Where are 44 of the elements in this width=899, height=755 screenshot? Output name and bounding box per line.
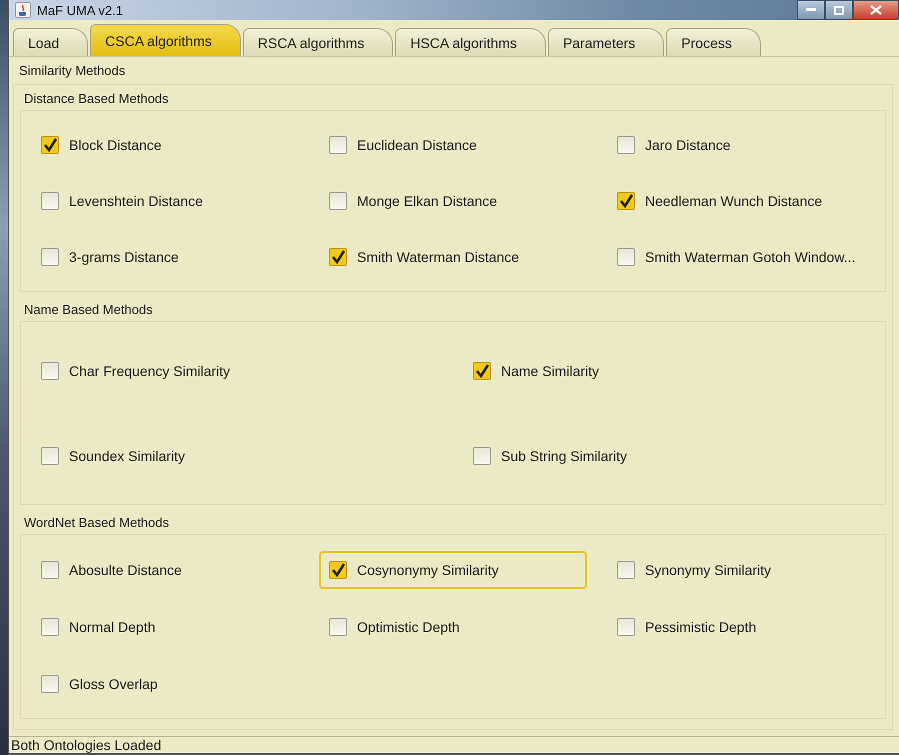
- maximize-icon: [834, 6, 844, 14]
- check-icon: [331, 250, 345, 264]
- checkbox[interactable]: Normal Depth: [31, 608, 299, 646]
- checkbox[interactable]: Smith Waterman Distance: [319, 238, 587, 276]
- checkbox[interactable]: Synonymy Similarity: [607, 550, 875, 588]
- minimize-icon: [806, 8, 816, 12]
- minimize-button[interactable]: [797, 0, 825, 20]
- checkbox[interactable]: Char Frequency Similarity: [31, 352, 443, 390]
- checkbox[interactable]: Name Similarity: [463, 352, 875, 390]
- checkbox[interactable]: Gloss Overlap: [31, 664, 299, 702]
- tab[interactable]: Load: [13, 28, 88, 56]
- group-title: Distance Based Methods: [23, 90, 170, 108]
- group-title: Name Based Methods: [23, 301, 154, 319]
- check-icon: [475, 364, 489, 378]
- check-icon: [619, 194, 633, 208]
- group-title: WordNet Based Methods: [23, 514, 170, 532]
- checkbox[interactable]: Jaro Distance: [607, 126, 875, 164]
- checkbox[interactable]: Monge Elkan Distance: [319, 182, 587, 220]
- tab[interactable]: RSCA algorithms: [242, 28, 394, 56]
- checkbox[interactable]: Pessimistic Depth: [607, 608, 875, 646]
- checkbox[interactable]: Block Distance: [31, 126, 299, 164]
- tab[interactable]: CSCA algorithms: [90, 24, 241, 56]
- checkbox[interactable]: Euclidean Distance: [319, 126, 587, 164]
- cup-icon: [15, 2, 31, 18]
- maximize-button[interactable]: [825, 0, 853, 20]
- checkbox[interactable]: Sub String Similarity: [463, 436, 875, 474]
- checkbox[interactable]: 3-grams Distance: [31, 238, 299, 276]
- checkbox[interactable]: Levenshtein Distance: [31, 182, 299, 220]
- checkbox[interactable]: Needleman Wunch Distance: [607, 182, 875, 220]
- status-bar: Both Ontologies Loaded: [9, 736, 899, 755]
- panel-title: Similarity Methods: [18, 62, 126, 80]
- checkbox[interactable]: Soundex Similarity: [31, 436, 443, 474]
- check-icon: [331, 562, 345, 576]
- tab[interactable]: Parameters: [548, 28, 664, 56]
- checkbox[interactable]: Cosynonymy Similarity: [319, 550, 587, 588]
- checkbox[interactable]: Smith Waterman Gotoh Window...: [607, 238, 875, 276]
- checkbox[interactable]: Optimistic Depth: [319, 608, 587, 646]
- close-button[interactable]: [853, 0, 899, 20]
- checkbox[interactable]: Abosulte Distance: [31, 550, 299, 588]
- tab[interactable]: HSCA algorithms: [395, 28, 546, 56]
- check-icon: [43, 138, 57, 152]
- close-icon: [870, 5, 882, 15]
- tab[interactable]: Process: [666, 28, 761, 56]
- window-title: MaF UMA v2.1: [37, 2, 123, 18]
